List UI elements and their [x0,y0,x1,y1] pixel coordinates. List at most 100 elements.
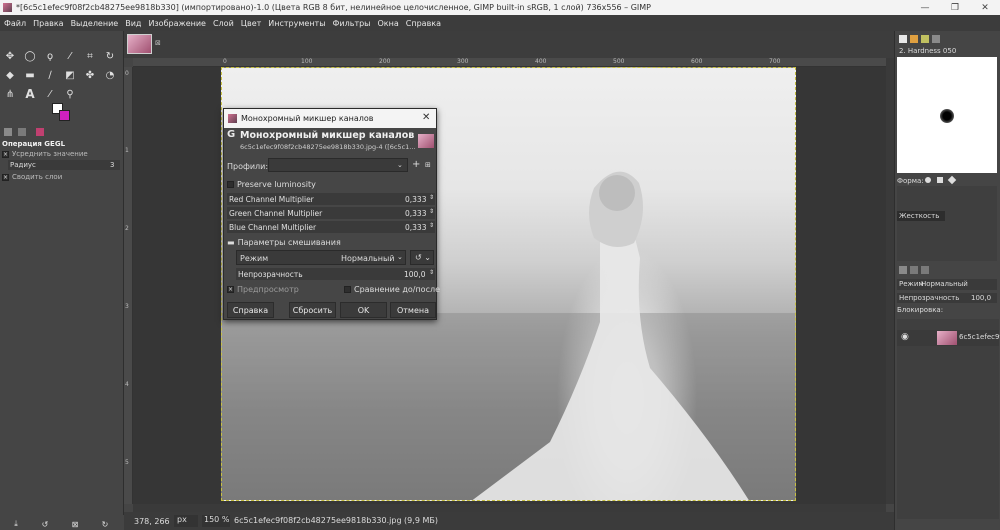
reset-options-icon[interactable]: ↻ [98,517,112,530]
maximize-button[interactable]: ❐ [940,0,970,15]
restore-options-icon[interactable]: ↺ [38,517,52,530]
spin-arrows-icon[interactable]: ⇕ [429,269,434,276]
ok-button[interactable]: OK [340,302,387,318]
close-button[interactable]: ✕ [970,0,1000,15]
ruler-tick: 2 [125,225,129,232]
ruler-tick: 700 [769,58,781,65]
tab-device-status-icon[interactable] [18,128,26,136]
green-multiplier-value: 0,333 [405,209,427,218]
help-button[interactable]: Справка [227,302,274,318]
channels-tab-icon[interactable] [910,266,918,274]
dialog-close-icon[interactable]: ✕ [422,112,430,123]
opacity-field[interactable]: Непрозрачность 100,0 ⇕ [236,268,435,280]
text-tool-icon[interactable]: A [23,87,37,101]
sample-merged-option[interactable]: × Сводить слои [2,173,120,183]
cancel-button[interactable]: Отмена [390,302,436,318]
layers-tab-icon[interactable] [899,266,907,274]
shape-square-icon[interactable] [937,177,943,183]
gradients-tab-icon[interactable] [921,35,929,43]
paths-icon[interactable]: ⋔ [3,87,17,101]
paths-tab-icon[interactable] [921,266,929,274]
ellipse-select-icon[interactable]: ◯ [23,49,37,63]
pointer-coords: 378, 266 [134,516,170,526]
menu-colors[interactable]: Цвет [241,19,262,28]
ruler-tick: 400 [535,58,547,65]
zoom-icon[interactable]: ⚲ [63,87,77,101]
menu-select[interactable]: Выделение [71,19,119,28]
presets-label: Профили: [227,162,269,171]
reset-button[interactable]: Сбросить [289,302,336,318]
clone-icon[interactable]: ✤ [83,68,97,82]
bucket-fill-icon[interactable]: ◆ [3,68,17,82]
gradient-icon[interactable]: ▬ [23,68,37,82]
chevron-down-icon: ⌄ [397,161,403,169]
zoom-selector[interactable]: 150 % [202,515,230,527]
shape-circle-icon[interactable] [925,177,931,183]
preserve-luminosity-checkbox[interactable]: Preserve luminosity [227,180,316,189]
spin-arrows-icon[interactable]: ⇕ [429,208,434,215]
tab-undo-icon[interactable] [36,128,44,136]
window-titlebar: *[6c5c1efec9f08f2cb48275ee9818b330] (имп… [0,0,1000,15]
status-bar: 378, 266 px 150 % 6c5c1efec9f08f2cb48275… [124,512,894,530]
preview-checkbox[interactable]: × Предпросмотр [227,285,299,294]
menu-view[interactable]: Вид [125,19,141,28]
layer-row[interactable]: ◉ 6c5c1efec9f0 [897,330,1000,346]
patterns-tab-icon[interactable] [910,35,918,43]
menu-help[interactable]: Справка [406,19,441,28]
crop-icon[interactable]: ⌗ [83,49,97,63]
presets-select[interactable]: ⌄ [268,158,408,172]
brush-preview[interactable] [897,57,997,173]
preset-menu-icon[interactable]: ⊞ [425,161,431,169]
sample-average-option[interactable]: × Усреднить значение [2,150,120,160]
delete-options-icon[interactable]: ⊠ [68,517,82,530]
minimize-button[interactable]: — [910,0,940,15]
mono-mixer-dialog: Монохромный микшер каналов ✕ G Монохромн… [223,108,440,320]
menu-image[interactable]: Изображение [148,19,206,28]
dialog-titlebar[interactable]: Монохромный микшер каналов ✕ [224,109,436,128]
eye-icon[interactable]: ◉ [901,332,909,342]
mode-select[interactable]: Режим Нормальный ⌄ [236,250,406,265]
red-multiplier-field[interactable]: Red Channel Multiplier 0,333 ⇕ [227,193,435,205]
blending-section-toggle[interactable]: ▬ Параметры смешивания [227,238,341,247]
menu-file[interactable]: Файл [4,19,26,28]
ruler-tick: 3 [125,303,129,310]
horizontal-scrollbar[interactable] [133,504,886,512]
spin-arrows-icon[interactable]: ⇕ [429,194,434,201]
brush-options-list[interactable]: Жесткость [897,186,997,261]
background-color-swatch[interactable] [59,110,70,121]
brushes-tab-icon[interactable] [899,35,907,43]
blue-multiplier-field[interactable]: Blue Channel Multiplier 0,333 ⇕ [227,221,435,233]
shape-diamond-icon[interactable] [947,175,957,185]
add-preset-icon[interactable]: + [412,159,420,170]
menu-layer[interactable]: Слой [213,19,234,28]
rotate-icon[interactable]: ↻ [103,49,117,63]
composite-mode-button[interactable]: ↺ ⌄ [410,250,434,265]
unit-selector[interactable]: px [174,515,198,527]
paintbrush-icon[interactable]: ∕ [43,68,57,82]
menu-edit[interactable]: Правка [33,19,63,28]
close-tab-icon[interactable]: ⊠ [155,39,161,47]
split-view-checkbox[interactable]: Сравнение до/после [344,285,440,294]
menu-filters[interactable]: Фильтры [333,19,371,28]
move-tool-icon[interactable]: ✥ [3,49,17,63]
smudge-icon[interactable]: ◔ [103,68,117,82]
collapse-icon: ▬ [227,238,235,247]
lasso-icon[interactable]: ϙ [43,49,57,63]
tab-tool-options-icon[interactable] [4,128,12,136]
save-options-icon[interactable]: ⤓ [9,517,23,530]
fuzzy-select-icon[interactable]: ⁄ [63,49,77,63]
layer-opacity-field[interactable]: Непрозрачность 100,0 [897,293,997,303]
layer-mode-select[interactable]: Режим Нормальный [897,279,997,290]
radius-field[interactable]: Радиус 3 [8,160,120,170]
green-multiplier-field[interactable]: Green Channel Multiplier 0,333 ⇕ [227,207,435,219]
image-tab-thumbnail[interactable] [127,34,152,54]
horizontal-ruler: 0 100 200 300 400 500 600 700 [133,58,886,67]
menu-windows[interactable]: Окна [378,19,399,28]
menu-tools[interactable]: Инструменты [268,19,325,28]
color-picker-icon[interactable]: ⁄ [43,87,57,101]
fonts-tab-icon[interactable] [932,35,940,43]
opacity-label: Непрозрачность [238,269,303,279]
spin-arrows-icon[interactable]: ⇕ [429,222,434,229]
vertical-scrollbar[interactable] [886,58,894,504]
eraser-icon[interactable]: ◩ [63,68,77,82]
